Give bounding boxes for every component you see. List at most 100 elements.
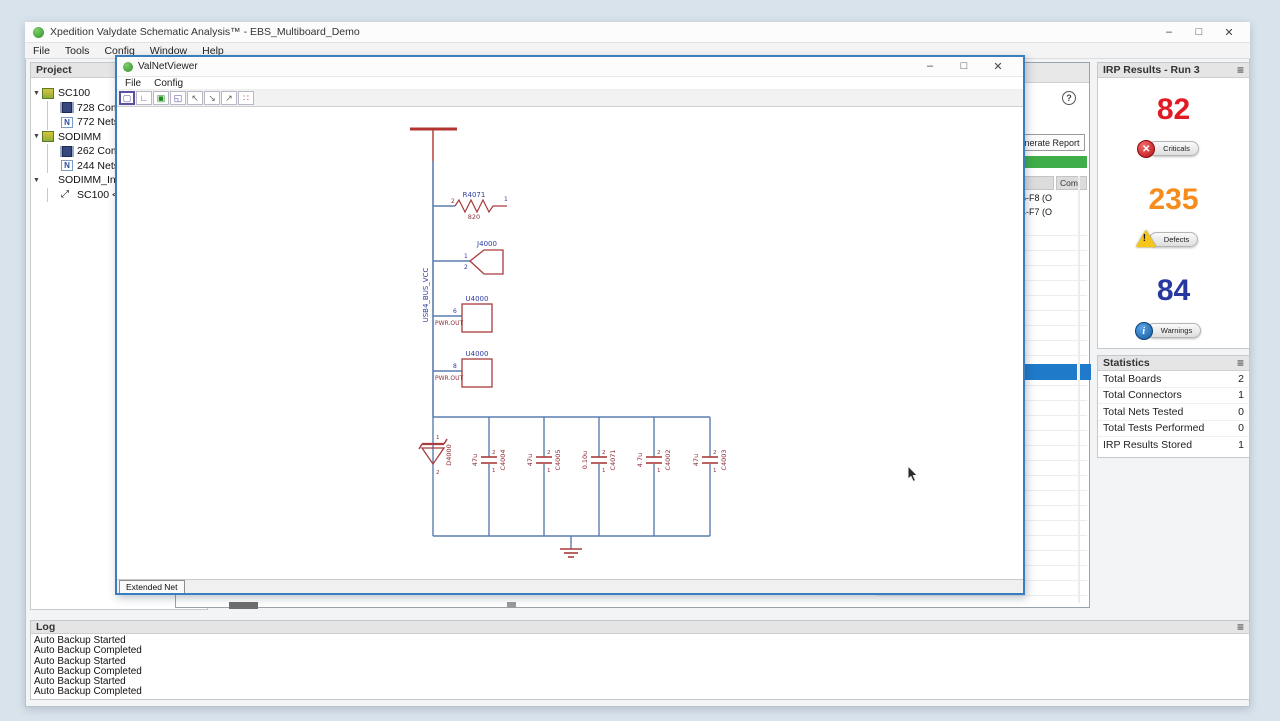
svg-text:47u: 47u	[692, 454, 700, 466]
ic-ref: U4000	[466, 350, 489, 358]
expander-icon[interactable]: ▼	[31, 133, 42, 140]
svg-text:1: 1	[547, 468, 551, 474]
tree-label: 244 Nets	[77, 160, 119, 172]
log-line: Auto Backup Started	[31, 657, 1249, 667]
stat-value: 2	[1238, 373, 1244, 385]
panel-menu-icon[interactable]: ≡	[1237, 65, 1244, 75]
schematic-drawing: USB4_BUS_VCC R4071 820 2 1 J4000 1 2 U40…	[117, 108, 1023, 579]
warnings-label: Warnings	[1161, 326, 1192, 335]
criticals-label: Criticals	[1163, 144, 1190, 153]
valnetviewer-menubar: File Config	[117, 77, 1023, 90]
defect-icon: !	[1136, 230, 1156, 247]
tab-extended-net[interactable]: Extended Net	[119, 580, 185, 593]
log-title: Log	[36, 621, 55, 633]
panel-menu-icon[interactable]: ≡	[1237, 622, 1244, 632]
maximize-button[interactable]: □	[1192, 26, 1206, 39]
pin-number: 1	[504, 196, 508, 203]
ic-symbol[interactable]	[462, 359, 492, 387]
criticals-count: 82	[1098, 95, 1249, 125]
table-row[interactable]: 5-F8 (O	[1021, 193, 1052, 203]
stat-row: Total Boards 2	[1098, 371, 1249, 388]
svg-text:C4002: C4002	[664, 449, 672, 470]
resistor-ref: R4071	[463, 191, 486, 199]
vnv-minimize-button[interactable]: –	[923, 60, 937, 73]
svg-text:47u: 47u	[526, 454, 534, 466]
zoom-window-icon[interactable]: ◱	[170, 91, 186, 105]
valnetviewer-title: ValNetViewer	[138, 61, 198, 72]
valnetviewer-toolbar: ▢ ∟ ▣ ◱ ↖ ↘ ↗ ∷	[117, 90, 1023, 107]
pin-number: 1	[464, 253, 468, 260]
vnv-close-button[interactable]: ✕	[991, 60, 1005, 73]
close-button[interactable]: ✕	[1222, 26, 1236, 39]
board-icon	[42, 88, 54, 99]
pin-name: PWR.OUT	[435, 320, 464, 327]
connector-ref: J4000	[476, 240, 497, 248]
resistor-symbol[interactable]	[455, 200, 507, 212]
measure-icon[interactable]: ↗	[221, 91, 237, 105]
corner-view-icon[interactable]: ∟	[136, 91, 152, 105]
svg-text:C4071: C4071	[609, 449, 617, 470]
menu-file[interactable]: File	[33, 45, 50, 57]
schematic-canvas[interactable]: USB4_BUS_VCC R4071 820 2 1 J4000 1 2 U40…	[117, 108, 1023, 579]
svg-text:1: 1	[602, 468, 606, 474]
svg-text:1: 1	[657, 468, 661, 474]
display-options-icon[interactable]: ∷	[238, 91, 254, 105]
generate-report-button[interactable]: nerate Report	[1019, 134, 1085, 151]
stat-label: Total Tests Performed	[1103, 422, 1204, 434]
svg-text:C4005: C4005	[554, 449, 562, 470]
selected-row[interactable]	[1080, 364, 1091, 380]
ic-symbol[interactable]	[462, 304, 492, 332]
svg-text:C4004: C4004	[499, 449, 507, 470]
stat-row: Total Connectors 1	[1098, 388, 1249, 405]
svg-text:2: 2	[547, 450, 551, 456]
critical-icon: ✕	[1137, 140, 1155, 158]
defects-label: Defects	[1164, 235, 1189, 244]
stat-row: Total Nets Tested 0	[1098, 404, 1249, 421]
vnv-menu-config[interactable]: Config	[154, 78, 183, 89]
select-arrow-icon[interactable]: ↖	[187, 91, 203, 105]
vnv-maximize-button[interactable]: □	[957, 60, 971, 73]
expander-icon[interactable]: ▼	[31, 90, 42, 97]
stat-value: 1	[1238, 439, 1244, 451]
net-label[interactable]: USB4_BUS_VCC	[422, 268, 430, 323]
tree-label: SODIMM	[58, 131, 101, 143]
zoom-scale-icon[interactable]: ↘	[204, 91, 220, 105]
project-panel-title: Project	[36, 64, 72, 76]
expander-icon[interactable]: ▼	[31, 177, 42, 184]
svg-text:2: 2	[492, 450, 496, 456]
connector-symbol[interactable]	[470, 250, 503, 274]
stat-label: Total Boards	[1103, 373, 1161, 385]
vnv-menu-file[interactable]: File	[125, 78, 141, 89]
log-line: Auto Backup Completed	[31, 687, 1249, 697]
app-titlebar: Xpedition Valydate Schematic Analysis™ -…	[25, 22, 1250, 43]
column-divider	[1078, 176, 1080, 603]
svg-text:C4003: C4003	[720, 449, 728, 470]
screen-view-icon[interactable]: ▣	[153, 91, 169, 105]
menu-tools[interactable]: Tools	[65, 45, 90, 57]
valnetviewer-titlebar: ValNetViewer – □ ✕	[117, 57, 1023, 77]
pin-number: 8	[453, 363, 457, 370]
svg-text:1: 1	[492, 468, 496, 474]
table-row[interactable]: 4-F7 (O	[1021, 207, 1052, 217]
help-icon[interactable]: ?	[1062, 91, 1076, 105]
statistics-panel: Statistics ≡ Total Boards 2 Total Connec…	[1097, 355, 1250, 458]
svg-text:2: 2	[713, 450, 717, 456]
svg-text:2: 2	[657, 450, 661, 456]
log-line: Auto Backup Completed	[31, 667, 1249, 677]
panel-menu-icon[interactable]: ≡	[1237, 358, 1244, 368]
log-line: Auto Backup Started	[31, 636, 1249, 646]
defects-button[interactable]: ! Defects	[1149, 232, 1198, 247]
criticals-button[interactable]: ✕ Criticals	[1148, 141, 1199, 156]
pin-number: 2	[451, 198, 455, 205]
ground-symbol	[560, 536, 582, 557]
warning-icon: i	[1135, 322, 1153, 340]
app-title: Xpedition Valydate Schematic Analysis™ -…	[50, 26, 360, 38]
hscrollbar-thumb[interactable]	[229, 602, 258, 609]
defects-count: 235	[1098, 185, 1249, 215]
fit-view-icon[interactable]: ▢	[119, 91, 135, 105]
warnings-button[interactable]: i Warnings	[1146, 323, 1201, 338]
minimize-button[interactable]: –	[1162, 26, 1176, 39]
table-column-header[interactable]: Com	[1056, 176, 1087, 190]
ic-ref: U4000	[466, 295, 489, 303]
hscrollbar-thumb[interactable]	[507, 602, 516, 608]
